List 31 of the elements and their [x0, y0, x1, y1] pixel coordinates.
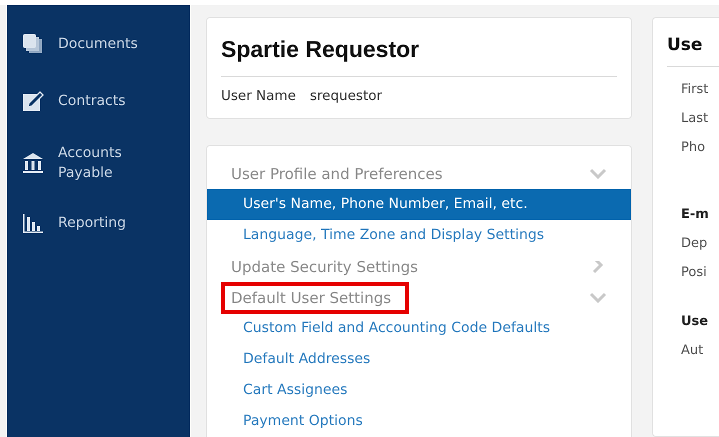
- chevron-down-icon[interactable]: [589, 292, 607, 304]
- menu-item[interactable]: Custom Field and Accounting Code Defaults: [207, 313, 631, 344]
- bank-icon: [22, 152, 44, 174]
- document-pencil-icon: [22, 90, 44, 112]
- documents-icon: [22, 33, 44, 55]
- field-label: Last: [680, 110, 710, 128]
- nav-link[interactable]: Contracts: [58, 91, 138, 111]
- nav-link[interactable]: Reporting: [58, 213, 138, 233]
- menu-item[interactable]: Language, Time Zone and Display Settings: [207, 220, 631, 251]
- section-header[interactable]: Update Security Settings: [221, 250, 428, 282]
- details-title: Use: [667, 34, 704, 57]
- field-label: First: [680, 81, 710, 99]
- menu-item[interactable]: User's Name, Phone Number, Email, etc.: [207, 189, 631, 220]
- field-label: Pho: [680, 139, 706, 157]
- nav-link[interactable]: Accounts Payable: [58, 143, 138, 183]
- bar-chart-icon: [22, 212, 44, 234]
- field-label: Use: [680, 313, 710, 331]
- user-title: Spartie Requestor: [221, 35, 420, 64]
- menu-item[interactable]: Payment Options: [207, 406, 631, 437]
- field-label: E-m: [680, 206, 710, 224]
- menu-item[interactable]: Cart Assignees: [207, 375, 631, 406]
- nav-link[interactable]: Documents: [58, 34, 138, 54]
- section-header[interactable]: Default User Settings: [221, 282, 410, 314]
- chevron-down-icon[interactable]: [589, 168, 607, 180]
- field-label: User Name: [221, 88, 296, 104]
- field-value: srequestor: [310, 88, 382, 104]
- field-label: Dep: [680, 235, 708, 253]
- field-label: Aut: [680, 342, 704, 360]
- section-header[interactable]: User Profile and Preferences: [221, 158, 453, 190]
- menu-item[interactable]: Default Addresses: [207, 344, 631, 375]
- field-label: Posi: [680, 264, 708, 282]
